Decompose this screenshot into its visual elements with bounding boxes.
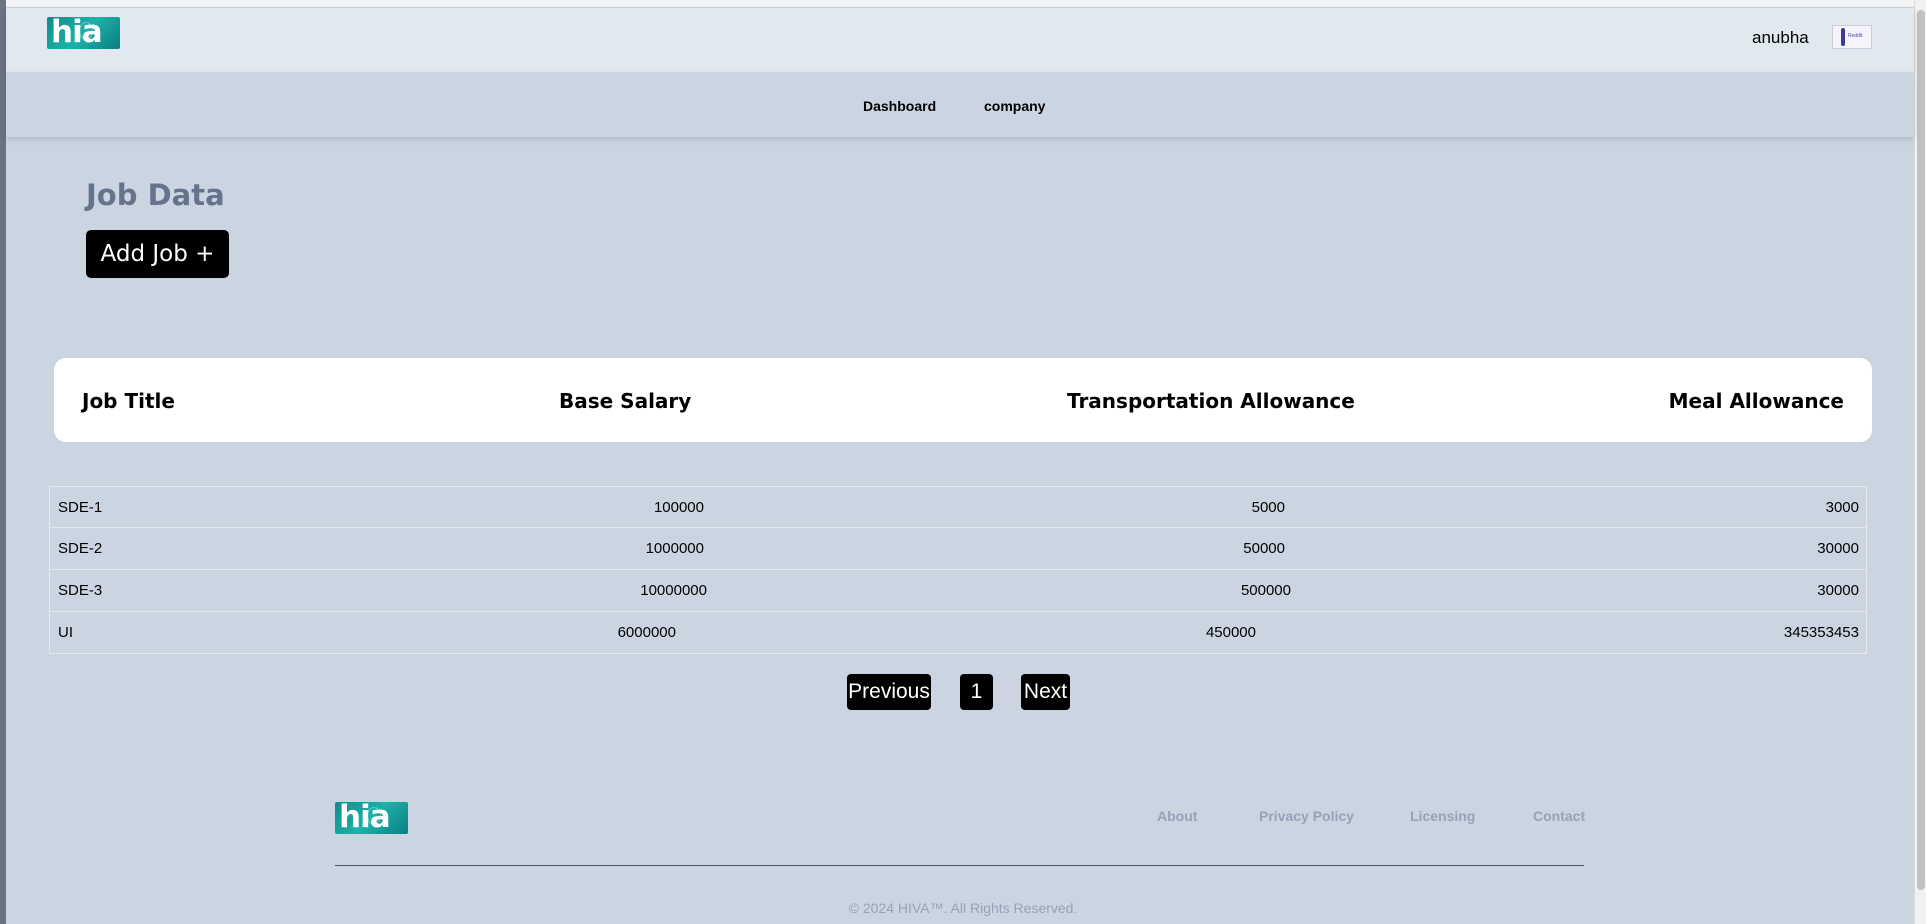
footer-divider xyxy=(335,865,1584,866)
cell-transportation: 450000 xyxy=(1205,624,1256,641)
cell-transportation: 5000 xyxy=(1251,499,1285,516)
window-left-edge xyxy=(0,0,6,924)
footer-copyright: © 2024 HIVA™. All Rights Reserved. xyxy=(848,900,1078,916)
avatar-label: Reddit xyxy=(1848,33,1863,39)
nav-item-company[interactable]: company xyxy=(984,98,1045,114)
scrollbar-thumb[interactable] xyxy=(1917,10,1925,890)
add-job-button[interactable]: Add Job + xyxy=(86,230,229,278)
cell-job-title: SDE-3 xyxy=(58,582,103,599)
cell-base-salary: 10000000 xyxy=(640,582,707,599)
username-label[interactable]: anubha xyxy=(1752,28,1809,48)
cell-meal: 345353453 xyxy=(1783,624,1859,641)
job-table-body: SDE-1 100000 5000 3000 SDE-2 1000000 500… xyxy=(49,486,1867,654)
hiva-logo[interactable]: hia xyxy=(47,17,120,49)
footer-link-contact[interactable]: Contact xyxy=(1533,808,1585,824)
table-row[interactable]: UI 6000000 450000 345353453 xyxy=(49,612,1867,654)
top-header: hia anubha Reddit xyxy=(6,8,1914,72)
column-header-base-salary: Base Salary xyxy=(559,389,692,413)
logo-text: hia xyxy=(51,17,103,49)
cell-meal: 30000 xyxy=(1817,540,1859,557)
footer-logo-text: hia xyxy=(339,802,391,834)
cell-meal: 3000 xyxy=(1825,499,1859,516)
cell-transportation: 500000 xyxy=(1240,582,1291,599)
vertical-scrollbar[interactable] xyxy=(1914,0,1926,924)
table-row[interactable]: SDE-2 1000000 50000 30000 xyxy=(49,528,1867,570)
browser-top-strip xyxy=(6,0,1914,8)
logo-dots-icon xyxy=(79,22,93,40)
cell-base-salary: 100000 xyxy=(653,499,704,516)
footer-link-licensing[interactable]: Licensing xyxy=(1410,808,1475,824)
cell-base-salary: 6000000 xyxy=(617,624,676,641)
cell-job-title: UI xyxy=(58,624,73,641)
footer-link-about[interactable]: About xyxy=(1157,808,1197,824)
cell-job-title: SDE-2 xyxy=(58,540,103,557)
page-number-button[interactable]: 1 xyxy=(960,674,993,710)
table-row[interactable]: SDE-1 100000 5000 3000 xyxy=(49,486,1867,528)
column-header-transportation: Transportation Allowance xyxy=(1067,389,1355,413)
column-header-meal: Meal Allowance xyxy=(1668,389,1844,413)
cell-transportation: 50000 xyxy=(1243,540,1285,557)
main-nav: Dashboard company xyxy=(6,72,1914,137)
table-header: Job Title Base Salary Transportation All… xyxy=(54,358,1872,442)
cell-job-title: SDE-1 xyxy=(58,499,103,516)
column-header-job-title: Job Title xyxy=(82,389,175,413)
next-page-button[interactable]: Next xyxy=(1021,674,1070,710)
nav-item-dashboard[interactable]: Dashboard xyxy=(863,98,936,114)
page-title: Job Data xyxy=(86,178,225,212)
table-row[interactable]: SDE-3 10000000 500000 30000 xyxy=(49,570,1867,612)
footer-link-privacy[interactable]: Privacy Policy xyxy=(1259,808,1354,824)
footer-hiva-logo[interactable]: hia xyxy=(335,802,408,834)
footer-logo-dots-icon xyxy=(367,807,381,825)
cell-meal: 30000 xyxy=(1817,582,1859,599)
person-icon xyxy=(1841,28,1845,46)
previous-page-button[interactable]: Previous xyxy=(847,674,931,710)
avatar[interactable]: Reddit xyxy=(1832,25,1872,49)
cell-base-salary: 1000000 xyxy=(645,540,704,557)
